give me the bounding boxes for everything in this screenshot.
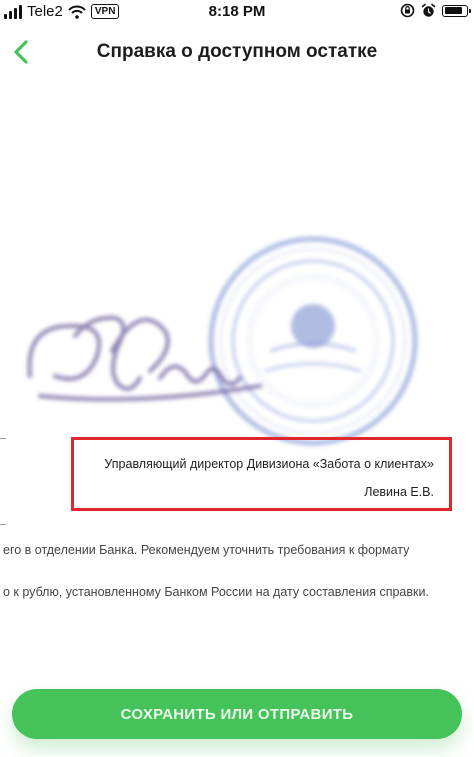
document-preview: Управляющий директор Дивизиона «Забота о… bbox=[0, 86, 474, 666]
navigation-bar: Справка о доступном остатке bbox=[0, 24, 474, 82]
save-or-send-button[interactable]: СОХРАНИТЬ ИЛИ ОТПРАВИТЬ bbox=[12, 689, 462, 739]
battery-icon bbox=[442, 4, 471, 17]
signature-highlight-box: Управляющий директор Дивизиона «Забота о… bbox=[71, 437, 452, 511]
alarm-icon bbox=[421, 3, 436, 17]
bank-stamp-image bbox=[208, 236, 418, 446]
document-rule bbox=[0, 438, 6, 439]
bottom-action-area: СОХРАНИТЬ ИЛИ ОТПРАВИТЬ bbox=[0, 660, 474, 757]
orientation-lock-icon bbox=[400, 3, 415, 18]
document-note-line: о к рублю, установленному Банком России … bbox=[3, 585, 429, 599]
signer-title: Управляющий директор Дивизиона «Забота о… bbox=[104, 457, 434, 471]
battery-level bbox=[444, 7, 462, 14]
handwritten-signature-image bbox=[27, 315, 262, 402]
document-rule bbox=[0, 524, 6, 525]
signer-name: Левина Е.В. bbox=[364, 485, 434, 499]
status-bar: Tele2 VPN 8:18 PM bbox=[0, 0, 474, 24]
document-note-line: его в отделении Банка. Рекомендуем уточн… bbox=[3, 543, 410, 557]
signature-and-stamp-image bbox=[27, 236, 418, 446]
page-title: Справка о доступном остатке bbox=[96, 41, 378, 62]
status-right bbox=[400, 3, 471, 18]
